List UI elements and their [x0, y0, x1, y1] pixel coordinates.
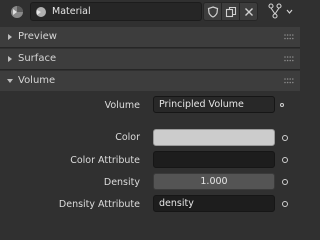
density-attribute-field[interactable]: density [153, 195, 275, 212]
material-name-field[interactable]: Material [30, 2, 202, 21]
new-material-button[interactable] [221, 2, 240, 21]
color-socket-button[interactable] [277, 129, 293, 146]
close-icon [245, 8, 253, 16]
chevron-right-icon [8, 56, 12, 62]
density-attribute-socket-button[interactable] [277, 195, 293, 212]
density-socket-button[interactable] [277, 173, 293, 190]
material-slot-sphere-icon [36, 7, 46, 17]
socket-icon [280, 103, 284, 107]
panel-surface-header[interactable]: Surface [0, 49, 300, 69]
color-attribute-field[interactable] [153, 151, 275, 168]
material-name: Material [52, 6, 91, 17]
volume-shader-selector[interactable]: Principled Volume [153, 96, 275, 113]
duplicate-icon [225, 6, 237, 18]
shield-icon [207, 6, 219, 18]
material-sphere-icon[interactable] [9, 4, 25, 20]
panel-preview-header[interactable]: Preview [0, 27, 300, 47]
density-attribute-label: Density Attribute [58, 199, 140, 210]
chevron-right-icon [8, 34, 12, 40]
density-label: Density [103, 177, 140, 188]
color-attribute-socket-button[interactable] [277, 151, 293, 168]
panel-volume-title: Volume [18, 75, 56, 86]
drag-handle-icon[interactable] [284, 56, 294, 62]
color-attribute-label: Color Attribute [70, 155, 140, 166]
volume-label: Volume [104, 100, 140, 111]
volume-shader-value: Principled Volume [159, 99, 244, 110]
density-attribute-value: density [159, 198, 194, 209]
chevron-down-icon [7, 79, 13, 83]
drag-handle-icon[interactable] [284, 78, 294, 84]
node-tree-icon[interactable] [268, 3, 294, 20]
panel-preview-title: Preview [18, 31, 57, 42]
fake-user-button[interactable] [203, 2, 222, 21]
drag-handle-icon[interactable] [284, 34, 294, 40]
color-swatch[interactable] [153, 129, 275, 146]
panel-volume-header[interactable]: Volume [0, 71, 300, 91]
unlink-material-button[interactable] [239, 2, 258, 21]
color-label: Color [115, 132, 140, 143]
divider [0, 69, 300, 70]
density-value: 1.000 [200, 176, 228, 187]
density-slider[interactable]: 1.000 [153, 173, 275, 190]
divider [0, 47, 300, 48]
panel-surface-title: Surface [18, 53, 57, 64]
properties-header: Material [0, 0, 300, 24]
